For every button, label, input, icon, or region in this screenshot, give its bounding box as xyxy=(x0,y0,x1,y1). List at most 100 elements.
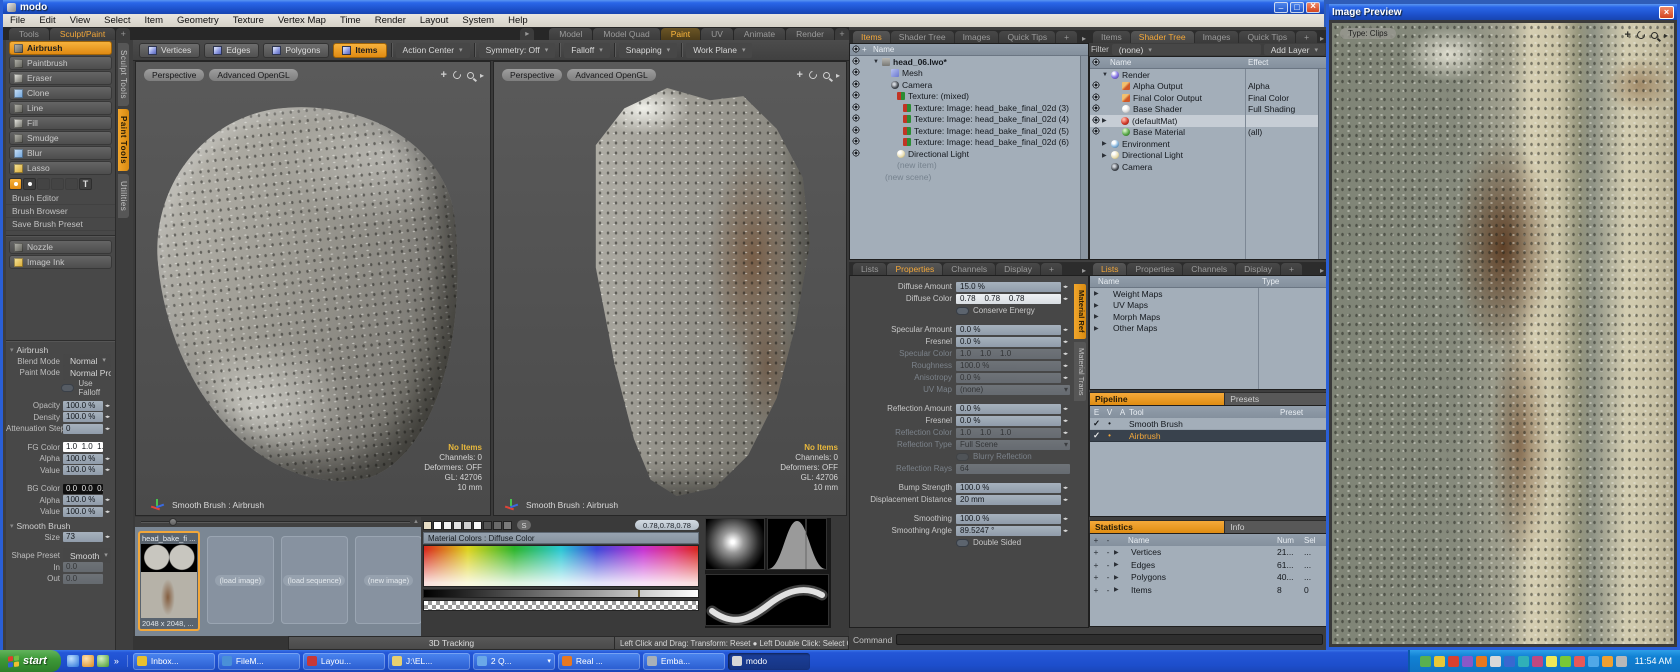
opacity-spinner[interactable] xyxy=(103,401,112,411)
bg-alpha-field[interactable]: 100.0 % xyxy=(63,495,103,505)
bg-alpha-spinner[interactable] xyxy=(103,495,112,505)
tab-render[interactable]: Render xyxy=(786,28,834,40)
tab-sculpt-paint[interactable]: Sculpt/Paint xyxy=(50,28,115,40)
command-input[interactable] xyxy=(896,634,1323,645)
menu-render[interactable]: Render xyxy=(368,15,413,26)
fg-value-spinner[interactable] xyxy=(103,465,112,475)
double-sided-toggle[interactable] xyxy=(956,539,969,547)
pipeline-row-smooth-brush[interactable]: •Smooth Brush xyxy=(1090,418,1326,430)
diffuse-color-field[interactable]: 0.78 0.78 0.78 xyxy=(956,294,1061,304)
eye-icon[interactable] xyxy=(852,91,860,99)
shape-preset-select[interactable]: Smooth xyxy=(63,548,111,563)
brush-tip-star[interactable] xyxy=(51,178,64,190)
color-swatch[interactable] xyxy=(423,521,432,530)
uv-map-select[interactable]: (none) xyxy=(956,385,1070,395)
collapse-icon[interactable] xyxy=(1094,302,1103,309)
select-add-icon[interactable]: + xyxy=(1090,547,1102,557)
expand-icon[interactable] xyxy=(873,59,882,65)
tool-line[interactable]: Line xyxy=(9,101,112,115)
conserve-energy-toggle[interactable] xyxy=(956,307,969,315)
quick-launch-icon[interactable] xyxy=(82,655,94,667)
panel-overflow-icon[interactable] xyxy=(1082,266,1086,275)
panel-overflow-icon[interactable] xyxy=(1082,34,1086,43)
tab-overflow-icon[interactable] xyxy=(520,28,534,40)
viewport-menu-icon-2[interactable] xyxy=(836,70,840,80)
tab-paint[interactable]: Paint xyxy=(661,28,700,40)
minimize-button[interactable] xyxy=(1274,2,1288,13)
close-button[interactable] xyxy=(1306,2,1320,13)
value-slider[interactable] xyxy=(423,589,699,598)
menu-select[interactable]: Select xyxy=(97,15,137,26)
opacity-field[interactable]: 100.0 % xyxy=(63,401,103,411)
collapse-icon[interactable] xyxy=(1102,152,1111,159)
collapse-icon[interactable] xyxy=(1094,290,1103,297)
quick-launch-icon[interactable] xyxy=(97,655,109,667)
tray-icon[interactable] xyxy=(1518,656,1529,667)
fg-color-field[interactable]: 1.0 1.0 1.0 xyxy=(63,442,103,452)
tab-model-quad[interactable]: Model Quad xyxy=(593,28,659,40)
attenuation-steps-field[interactable]: 0 xyxy=(63,424,103,434)
filter-select[interactable]: (none) xyxy=(1112,44,1261,55)
shader-row-environment[interactable]: Environment xyxy=(1090,138,1326,150)
mode-polygons-button[interactable]: Polygons xyxy=(263,43,329,58)
bg-value-spinner[interactable] xyxy=(103,507,112,517)
alpha-slider[interactable] xyxy=(423,600,699,611)
use-falloff-toggle[interactable] xyxy=(61,384,75,392)
spinner[interactable] xyxy=(1061,349,1070,359)
zoom-icon-preview[interactable] xyxy=(1651,32,1658,39)
reflection-color-field[interactable]: 1.0 1.0 1.0 xyxy=(956,428,1061,438)
slider-knob[interactable] xyxy=(169,518,177,526)
shader-row-defaultmat[interactable]: (defaultMat) xyxy=(1090,115,1326,127)
specular-color-field[interactable]: 1.0 1.0 1.0 xyxy=(956,349,1061,359)
bg-color-field[interactable]: 0.0 0.0 0.0 xyxy=(63,484,103,494)
item-row-texture-3[interactable]: Texture: Image: head_bake_final_02d (3) xyxy=(850,102,1088,114)
color-swatch[interactable] xyxy=(503,521,512,530)
brush-tip-pattern[interactable] xyxy=(65,178,78,190)
in-field[interactable]: 0.0 xyxy=(63,562,103,572)
reflection-amount-field[interactable]: 0.0 % xyxy=(956,404,1061,414)
spinner[interactable] xyxy=(1061,404,1070,414)
new-image-button[interactable]: (new image) xyxy=(355,536,422,624)
tray-icon[interactable] xyxy=(1616,656,1627,667)
collapse-icon[interactable] xyxy=(1102,117,1111,124)
roughness-field[interactable]: 100.0 % xyxy=(956,361,1061,371)
tab-statistics[interactable]: Statistics xyxy=(1090,521,1224,533)
tray-icon[interactable] xyxy=(1448,656,1459,667)
tab-quick-tips[interactable]: Quick Tips xyxy=(999,31,1055,43)
fg-alpha-spinner[interactable] xyxy=(103,454,112,464)
viewport-shading-pill-2[interactable]: Advanced OpenGL xyxy=(567,69,655,81)
tab-material-trans[interactable]: Material Trans xyxy=(1074,342,1086,402)
tab-tools[interactable]: Tools xyxy=(9,28,49,40)
pan-icon[interactable] xyxy=(441,69,447,81)
eye-icon[interactable] xyxy=(852,68,860,76)
color-swatch[interactable] xyxy=(483,521,492,530)
maximize-button[interactable] xyxy=(1290,2,1304,13)
enabled-check-icon[interactable] xyxy=(1090,430,1103,441)
tool-blur[interactable]: Blur xyxy=(9,146,112,160)
pipeline-row-airbrush[interactable]: •Airbrush xyxy=(1090,430,1326,442)
select-add-icon[interactable]: + xyxy=(1090,585,1102,595)
shader-row-render[interactable]: Render xyxy=(1090,69,1326,81)
viewport-menu-icon[interactable] xyxy=(480,70,484,80)
color-swatch[interactable] xyxy=(493,521,502,530)
tab-utilities[interactable]: Utilities xyxy=(118,174,129,218)
item-row-directional-light[interactable]: Directional Light xyxy=(850,148,1088,160)
spinner[interactable] xyxy=(1061,282,1070,292)
size-spinner[interactable] xyxy=(103,532,112,542)
select-add-icon[interactable]: + xyxy=(1090,572,1102,582)
menu-time[interactable]: Time xyxy=(333,15,368,26)
tool-eraser[interactable]: Eraser xyxy=(9,71,112,85)
shader-row-base-material[interactable]: Base Material(all) xyxy=(1090,127,1326,139)
tab-channels-2[interactable]: Channels xyxy=(1183,263,1235,275)
tray-icon[interactable] xyxy=(1490,656,1501,667)
image-thumbnail-selected[interactable]: head_bake_fi ... 2048 x 2048, ... xyxy=(138,531,200,631)
shader-scrollbar[interactable] xyxy=(1318,69,1326,259)
tab-info[interactable]: Info xyxy=(1225,521,1326,533)
ie-quick-launch-icon[interactable] xyxy=(67,655,79,667)
viewport-shading-pill[interactable]: Advanced OpenGL xyxy=(209,69,297,81)
size-field[interactable]: 73 xyxy=(63,532,103,542)
tray-icon[interactable] xyxy=(1560,656,1571,667)
tab-items[interactable]: Items xyxy=(853,31,890,43)
shader-row-directional-light[interactable]: Directional Light xyxy=(1090,150,1326,162)
select-remove-icon[interactable]: - xyxy=(1102,585,1114,595)
